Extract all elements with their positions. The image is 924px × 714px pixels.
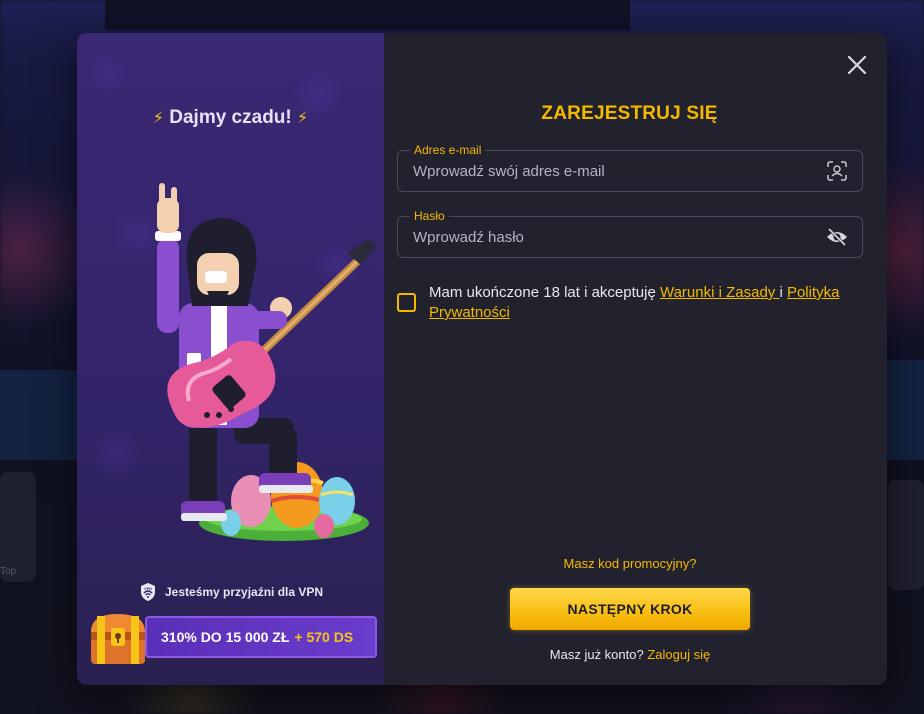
tagline: ⚡ Dajmy czadu! ⚡ [77,107,384,129]
close-button[interactable] [843,51,871,79]
login-prompt: Masz już konto? Zaloguj się [397,647,863,662]
promo-code-link[interactable]: Masz kod promocyjny? [397,556,863,571]
treasure-chest-icon [91,614,145,664]
bonus-extra-text: + 570 DS [294,629,354,645]
close-icon[interactable] [848,56,866,74]
next-step-button[interactable]: NASTĘPNY KROK [510,588,750,630]
registration-modal: ⚡ Dajmy czadu! ⚡ VPN Jesteśmy przyjaźni … [77,33,887,685]
password-field[interactable]: Hasło [397,209,863,258]
vpn-shield-icon: VPN [141,583,155,601]
consent-prefix: Mam ukończone 18 lat i akceptuję [429,284,660,301]
login-link[interactable]: Zaloguj się [647,647,710,662]
login-prompt-text: Masz już konto? [549,647,644,662]
email-field[interactable]: Adres e-mail [397,143,863,192]
email-input[interactable] [413,151,813,191]
consent-conjunction: i [779,284,787,301]
welcome-bonus-banner: 310% DO 15 000 ZŁ + 570 DS [85,610,377,664]
vpn-text: Jesteśmy przyjaźni dla VPN [165,585,324,599]
consent-text: Mam ukończone 18 lat i akceptuję Warunki… [429,283,869,323]
eye-slash-icon[interactable] [826,227,848,247]
lightning-bolt-icon: ⚡ [152,110,164,127]
consent-checkbox[interactable] [397,293,416,312]
vpn-icon-label: VPN [144,587,152,591]
vpn-friendly-notice: VPN Jesteśmy przyjaźni dla VPN [139,582,323,602]
lightning-bolt-icon: ⚡ [297,110,309,127]
bonus-main-text: 310% DO 15 000 ZŁ [161,629,290,645]
face-scan-icon [827,161,847,181]
bonus-bar: 310% DO 15 000 ZŁ + 570 DS [145,616,377,658]
terms-link[interactable]: Warunki i Zasady [660,284,779,301]
password-input[interactable] [413,217,813,257]
form-title: ZAREJESTRUJ SIĘ [541,103,718,124]
tagline-text: Dajmy czadu! [169,107,292,128]
rocker-mascot-illustration [155,183,377,541]
promo-panel: ⚡ Dajmy czadu! ⚡ VPN Jesteśmy przyjaźni … [77,33,384,685]
